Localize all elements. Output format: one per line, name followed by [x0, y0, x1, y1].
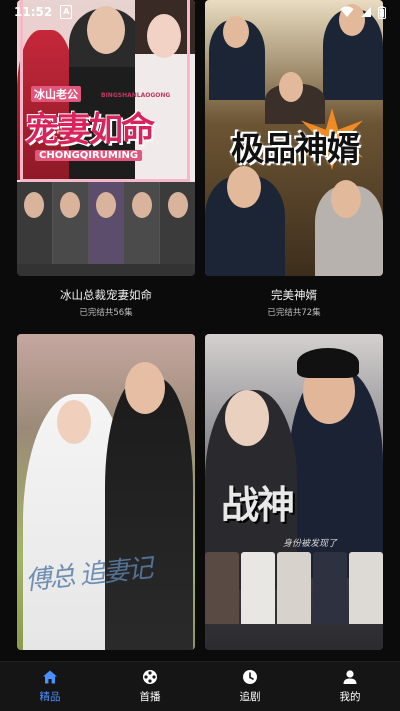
drama-card[interactable]: 极品神婿 完美神婿 已完结共72集	[205, 0, 383, 330]
bottom-nav: 精品 首播 追剧 我的	[0, 661, 400, 711]
nav-label: 我的	[339, 691, 361, 703]
poster-art: 极品神婿	[205, 0, 383, 276]
nav-label: 精品	[39, 691, 61, 703]
nav-tab-premiere[interactable]: 首播	[100, 662, 200, 711]
person-icon	[343, 670, 357, 684]
episode-count: 已完结共72集	[267, 308, 321, 318]
drama-poster[interactable]: 傅总 追妻记	[17, 334, 195, 650]
poster-art: 傅总 追妻记	[17, 334, 195, 650]
poster-cast-strip	[205, 552, 383, 624]
poster-headline: 宠妻如命	[25, 110, 155, 150]
poster-headline: 极品神婿	[231, 129, 360, 168]
poster-cast-strip	[17, 182, 195, 264]
drama-card[interactable]: 战神 身份被发现了	[205, 334, 383, 650]
episode-count: 已完结共56集	[79, 308, 133, 318]
drama-poster[interactable]: 冰山老公 BINGSHANLAOGONG 宠妻如命 CHONGQIRUMING	[17, 0, 195, 276]
signal-icon	[361, 7, 371, 17]
app-screen: 冰山老公 BINGSHANLAOGONG 宠妻如命 CHONGQIRUMING …	[0, 0, 400, 711]
nav-tab-profile[interactable]: 我的	[300, 662, 400, 711]
home-icon	[43, 670, 57, 684]
status-bar: 11:52 A	[0, 0, 400, 24]
drama-title[interactable]: 冰山总裁宠妻如命	[17, 287, 195, 303]
poster-headline: 战神	[221, 482, 295, 527]
poster-pinyin-bottom: CHONGQIRUMING	[35, 150, 143, 161]
wifi-icon	[340, 6, 354, 17]
film-reel-icon	[143, 670, 157, 684]
clock-icon	[243, 670, 257, 684]
notification-a-icon: A	[60, 5, 73, 19]
status-time: 11:52	[14, 5, 53, 19]
battery-icon	[378, 5, 386, 19]
drama-poster[interactable]: 极品神婿	[205, 0, 383, 276]
nav-tab-featured[interactable]: 精品	[0, 662, 100, 711]
drama-card[interactable]: 傅总 追妻记	[17, 334, 195, 650]
drama-grid: 冰山老公 BINGSHANLAOGONG 宠妻如命 CHONGQIRUMING …	[0, 0, 400, 662]
poster-art: 冰山老公 BINGSHANLAOGONG 宠妻如命 CHONGQIRUMING	[17, 0, 195, 276]
poster-pinyin-top: BINGSHANLAOGONG	[101, 92, 171, 99]
poster-tag: 冰山老公	[31, 86, 81, 102]
drama-card[interactable]: 冰山老公 BINGSHANLAOGONG 宠妻如命 CHONGQIRUMING …	[17, 0, 195, 330]
nav-label: 首播	[139, 691, 161, 703]
drama-poster[interactable]: 战神 身份被发现了	[205, 334, 383, 650]
nav-label: 追剧	[239, 691, 261, 703]
nav-tab-following[interactable]: 追剧	[200, 662, 300, 711]
poster-subtitle: 身份被发现了	[283, 539, 338, 549]
drama-title[interactable]: 完美神婿	[205, 287, 383, 303]
poster-art: 战神 身份被发现了	[205, 334, 383, 650]
